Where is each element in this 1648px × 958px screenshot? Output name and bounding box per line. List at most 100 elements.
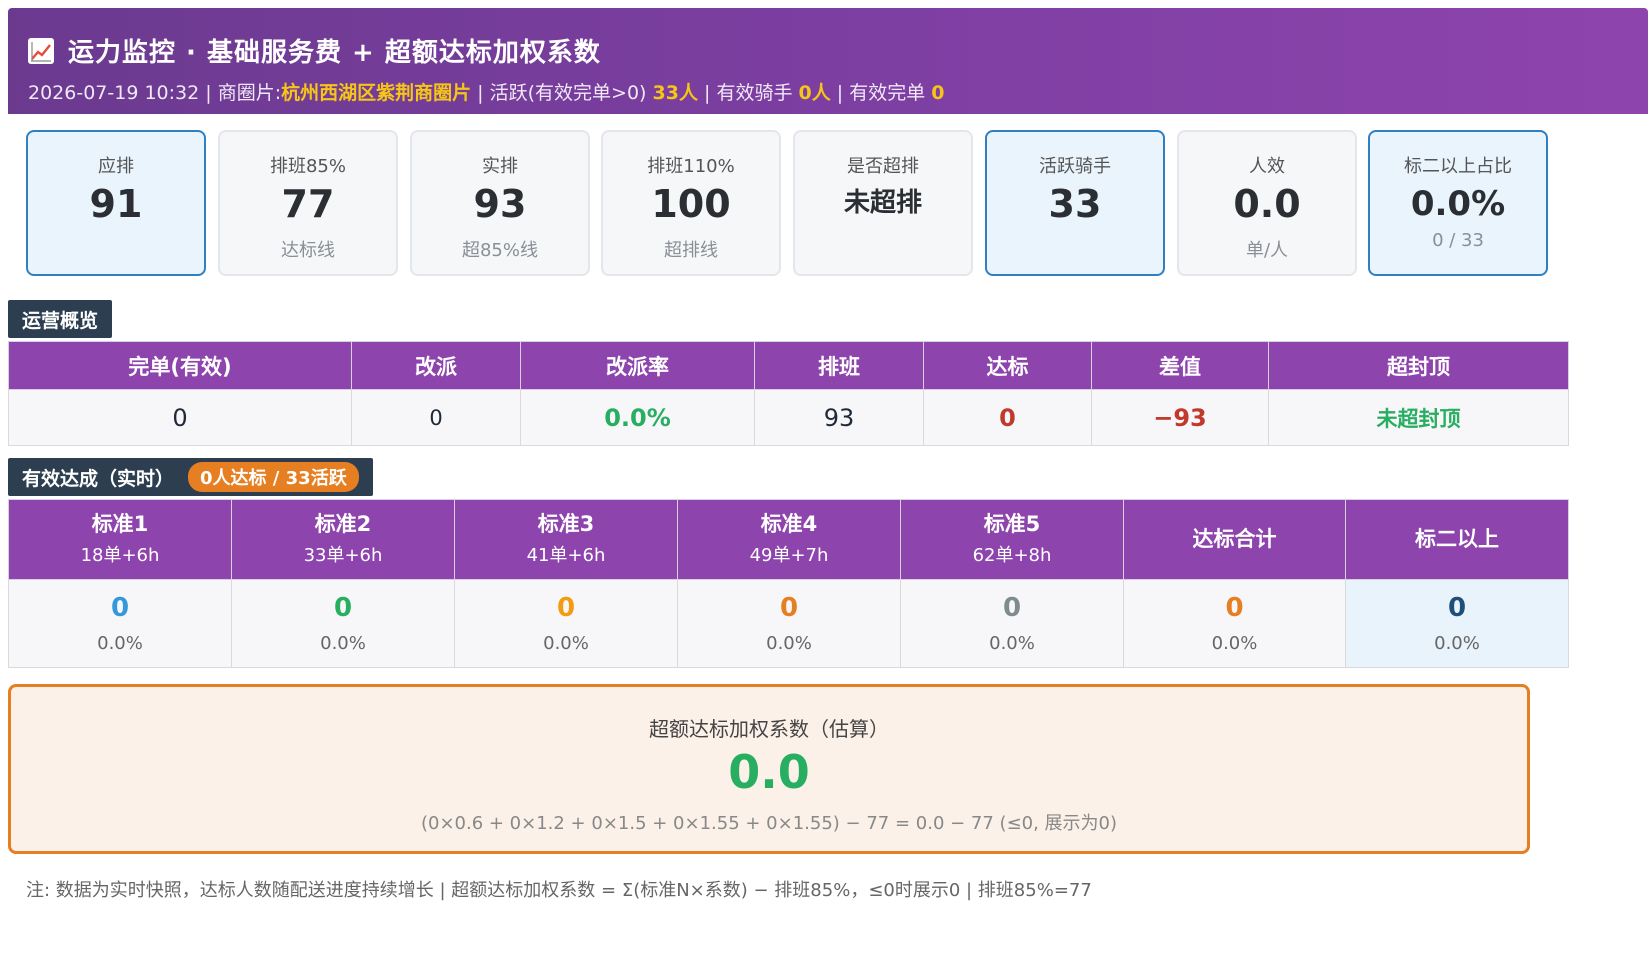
footnote: 注: 数据为实时快照，达标人数随配送进度持续增长 | 超额达标加权系数 = Σ(… <box>26 880 1092 901</box>
standard-name: 标准4 <box>760 512 818 537</box>
section-title: 有效达成（实时） <box>22 467 175 490</box>
standard-name: 标准1 <box>91 512 149 537</box>
table-cell: 0 <box>923 389 1092 446</box>
status-badge: 0人达标 / 33活跃 <box>188 462 359 492</box>
coefficient-formula: (0×0.6 + 0×1.2 + 0×1.5 + 0×1.55 + 0×1.55… <box>420 813 1118 834</box>
active-label: 活跃(有效完单>0) <box>489 82 647 104</box>
chart-increasing-icon <box>28 37 54 64</box>
kpi-card-over-schedule: 是否超排 未超排 <box>793 130 973 276</box>
kpi-value: 91 <box>89 182 143 226</box>
table-header: 完单(有效) <box>8 341 352 390</box>
table-cell: 0 0.0% <box>8 579 232 668</box>
standard-rule: 41单+6h <box>526 545 606 567</box>
zone-value: 杭州西湖区紫荆商圈片 <box>281 82 472 104</box>
kpi-value: 33 <box>1048 182 1102 226</box>
table-cell: 0 <box>351 389 521 446</box>
table-header: 达标 <box>923 341 1092 390</box>
kpi-value: 0.0% <box>1410 184 1506 224</box>
header-subtitle: 2026-07-19 10:32 | 商圈片:杭州西湖区紫荆商圈片 | 活跃(有… <box>28 82 945 104</box>
section-tag-ops: 运营概览 <box>8 300 113 338</box>
kpi-label: 标二以上占比 <box>1404 156 1512 177</box>
valid-rider-value: 0人 <box>798 82 831 104</box>
coefficient-panel: 超额达标加权系数（估算） 0.0 (0×0.6 + 0×1.2 + 0×1.5 … <box>8 684 1530 854</box>
table-cell: 0 0.0% <box>231 579 455 668</box>
coefficient-title: 超额达标加权系数（估算） <box>649 717 889 741</box>
table-row: 0 0 0.0% 93 0 −93 未超封顶 <box>8 389 1569 446</box>
table-header: 排班 <box>754 341 924 390</box>
table-header: 标准4 49单+7h <box>677 499 901 580</box>
kpi-value: 未超排 <box>843 188 922 218</box>
percent: 0.0% <box>97 633 143 654</box>
valid-rider-label: 有效骑手 <box>716 82 793 104</box>
standard-name: 标准5 <box>983 512 1041 537</box>
table-cell: 0 0.0% <box>677 579 901 668</box>
table-header: 标准1 18单+6h <box>8 499 232 580</box>
achievement-table: 标准1 18单+6h 标准2 33单+6h 标准3 41单+6h 标准4 49单+7h … <box>8 499 1569 668</box>
count: 0 <box>1225 593 1244 623</box>
table-header: 标二以上 <box>1345 499 1569 580</box>
kpi-value: 0.0 <box>1233 182 1301 226</box>
kpi-label: 活跃骑手 <box>1039 156 1111 177</box>
count: 0 <box>556 593 576 623</box>
kpi-card-should-schedule: 应排 91 <box>26 130 206 276</box>
kpi-cards: 应排 91 排班85% 77 达标线 实排 93 超85%线 排班110% 10… <box>26 130 1550 276</box>
kpi-sub: 单/人 <box>1245 240 1289 261</box>
kpi-label: 应排 <box>98 156 134 177</box>
table-cell: 未超封顶 <box>1268 389 1569 446</box>
kpi-card-schedule-85: 排班85% 77 达标线 <box>218 130 398 276</box>
kpi-card-actual-schedule: 实排 93 超85%线 <box>410 130 590 276</box>
table-header: 超封顶 <box>1268 341 1569 390</box>
percent: 0.0% <box>543 633 589 654</box>
kpi-sub: 达标线 <box>281 240 335 261</box>
kpi-value: 93 <box>473 182 527 226</box>
kpi-card-active-riders: 活跃骑手 33 <box>985 130 1165 276</box>
valid-order-value: 0 <box>931 82 945 104</box>
active-value: 33人 <box>652 82 698 104</box>
count: 0 <box>1447 593 1467 623</box>
kpi-label: 实排 <box>482 156 518 177</box>
percent: 0.0% <box>766 633 812 654</box>
ops-table: 完单(有效) 改派 改派率 排班 达标 差值 超封顶 0 0 0.0% 93 0… <box>8 341 1569 446</box>
title-row: 运力监控 · 基础服务费 + 超额达标加权系数 <box>28 32 601 69</box>
percent: 0.0% <box>989 633 1035 654</box>
kpi-card-efficiency: 人效 0.0 单/人 <box>1177 130 1357 276</box>
kpi-sub: 0 / 33 <box>1432 230 1484 251</box>
table-row: 0 0.0% 0 0.0% 0 0.0% 0 0.0% 0 0.0% 0 0.0% 0 0.0… <box>8 579 1569 668</box>
standard-rule: 18单+6h <box>80 545 160 567</box>
table-header: 改派 <box>351 341 521 390</box>
kpi-sub: 超排线 <box>664 240 718 261</box>
table-header: 差值 <box>1091 341 1269 390</box>
table-cell: 0 0.0% <box>1123 579 1346 668</box>
standard-name: 达标合计 <box>1192 526 1277 551</box>
kpi-value: 77 <box>281 182 335 226</box>
section-tag-achievement: 有效达成（实时） 0人达标 / 33活跃 <box>8 458 373 496</box>
table-cell: −93 <box>1091 389 1269 446</box>
table-cell: 93 <box>754 389 924 446</box>
table-cell: 0 0.0% <box>1345 579 1569 668</box>
count: 0 <box>333 593 353 623</box>
standard-name: 标二以上 <box>1415 526 1499 551</box>
standard-rule: 33单+6h <box>303 545 383 567</box>
table-header: 标准5 62单+8h <box>900 499 1124 580</box>
kpi-label: 排班110% <box>647 156 735 177</box>
page-header: 运力监控 · 基础服务费 + 超额达标加权系数 2026-07-19 10:32… <box>8 8 1648 114</box>
kpi-sub: 超85%线 <box>461 240 538 261</box>
standard-name: 标准2 <box>314 512 372 537</box>
table-cell: 0 <box>8 389 352 446</box>
kpi-card-level2-ratio: 标二以上占比 0.0% 0 / 33 <box>1368 130 1548 276</box>
standard-name: 标准3 <box>537 512 595 537</box>
page-title: 运力监控 · 基础服务费 + 超额达标加权系数 <box>68 38 601 68</box>
table-header-row: 标准1 18单+6h 标准2 33单+6h 标准3 41单+6h 标准4 49单+7h … <box>8 499 1569 580</box>
table-header-row: 完单(有效) 改派 改派率 排班 达标 差值 超封顶 <box>8 341 1569 390</box>
percent: 0.0% <box>1434 633 1480 654</box>
kpi-card-schedule-110: 排班110% 100 超排线 <box>601 130 781 276</box>
zone-label: 商圈片: <box>217 82 282 104</box>
percent: 0.0% <box>320 633 366 654</box>
table-cell: 0 0.0% <box>454 579 678 668</box>
section-title: 运营概览 <box>22 309 99 332</box>
kpi-label: 人效 <box>1249 156 1285 177</box>
kpi-value: 100 <box>651 182 731 226</box>
kpi-label: 排班85% <box>269 156 346 177</box>
table-header: 改派率 <box>520 341 755 390</box>
table-header: 达标合计 <box>1123 499 1346 580</box>
